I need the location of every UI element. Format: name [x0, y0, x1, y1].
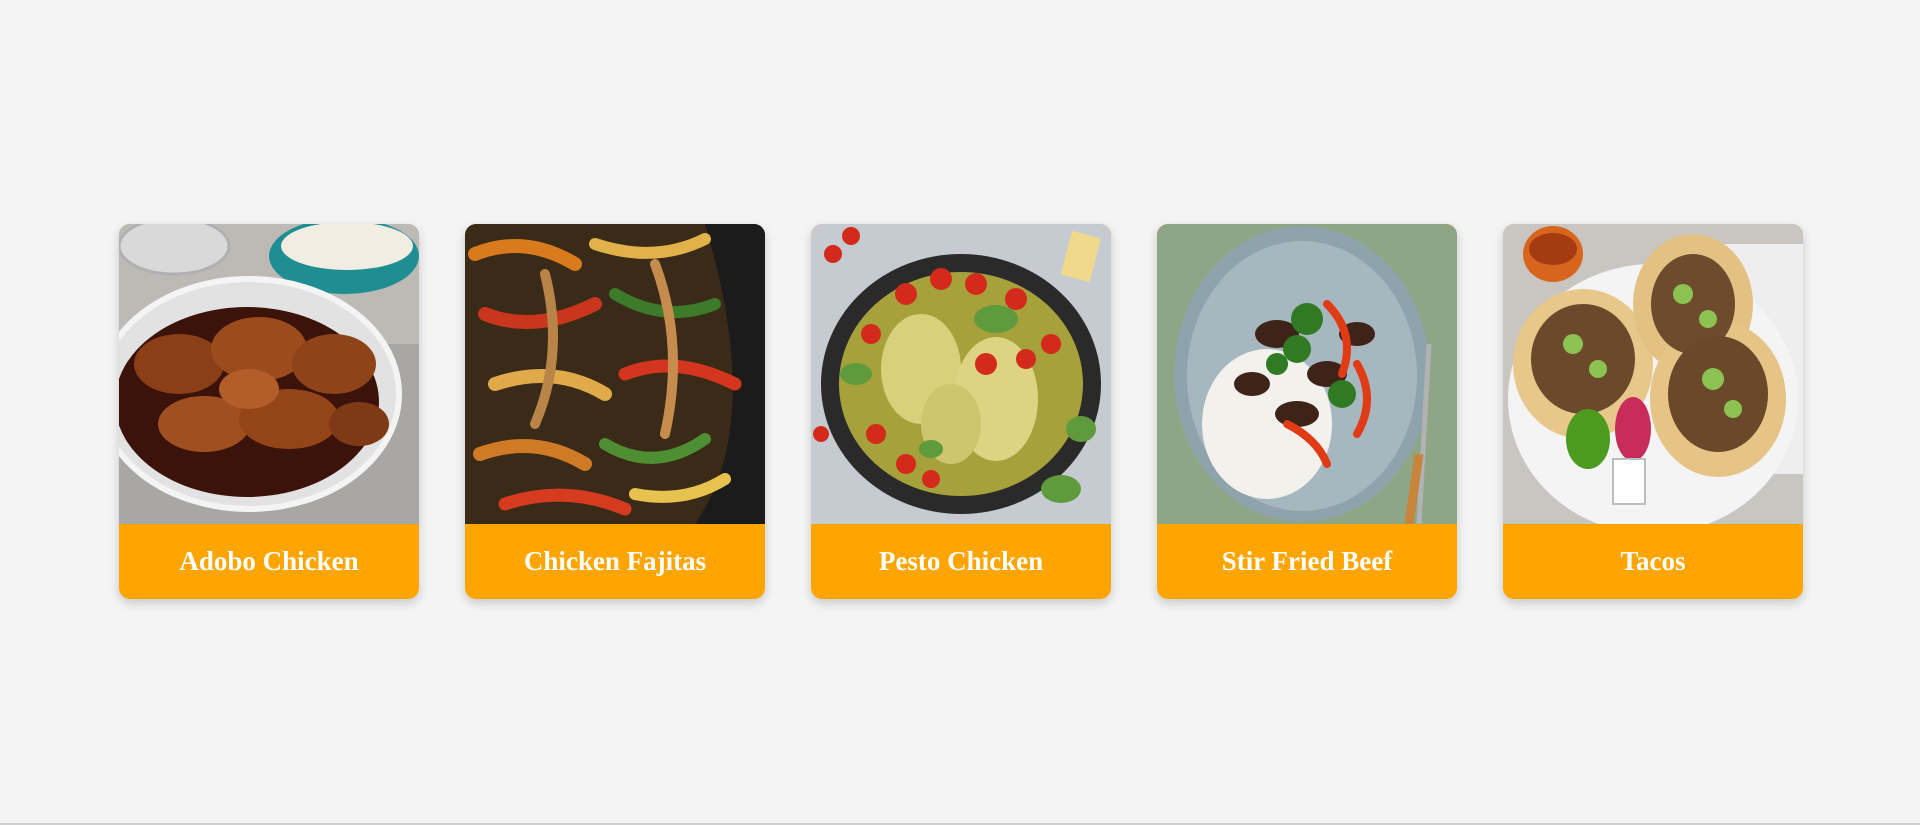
- recipe-card-title: Pesto Chicken: [878, 546, 1044, 576]
- recipe-card-list: Adobo Chicken Chicken Fajitas Pesto Chic…: [119, 224, 1803, 599]
- recipe-card-stir-fried-beef[interactable]: Stir Fried Beef: [1157, 224, 1457, 599]
- recipe-card-title: Adobo Chicken: [179, 546, 359, 576]
- recipe-card-chicken-fajitas[interactable]: Chicken Fajitas: [465, 224, 765, 599]
- recipe-card-title: Tacos: [1620, 546, 1686, 576]
- pesto-chicken-image: [811, 224, 1111, 524]
- recipe-card-title: Chicken Fajitas: [523, 546, 707, 576]
- recipe-card-title: Stir Fried Beef: [1221, 546, 1393, 576]
- chicken-fajitas-image: [465, 224, 765, 524]
- page: Adobo Chicken Chicken Fajitas Pesto Chic…: [0, 0, 1920, 825]
- recipe-card-adobo-chicken[interactable]: Adobo Chicken: [119, 224, 419, 599]
- adobo-chicken-image: [119, 224, 419, 524]
- stir-fried-beef-image: [1157, 224, 1457, 524]
- recipe-card-pesto-chicken[interactable]: Pesto Chicken: [811, 224, 1111, 599]
- tacos-image: [1503, 224, 1803, 524]
- recipe-card-tacos[interactable]: Tacos: [1503, 224, 1803, 599]
